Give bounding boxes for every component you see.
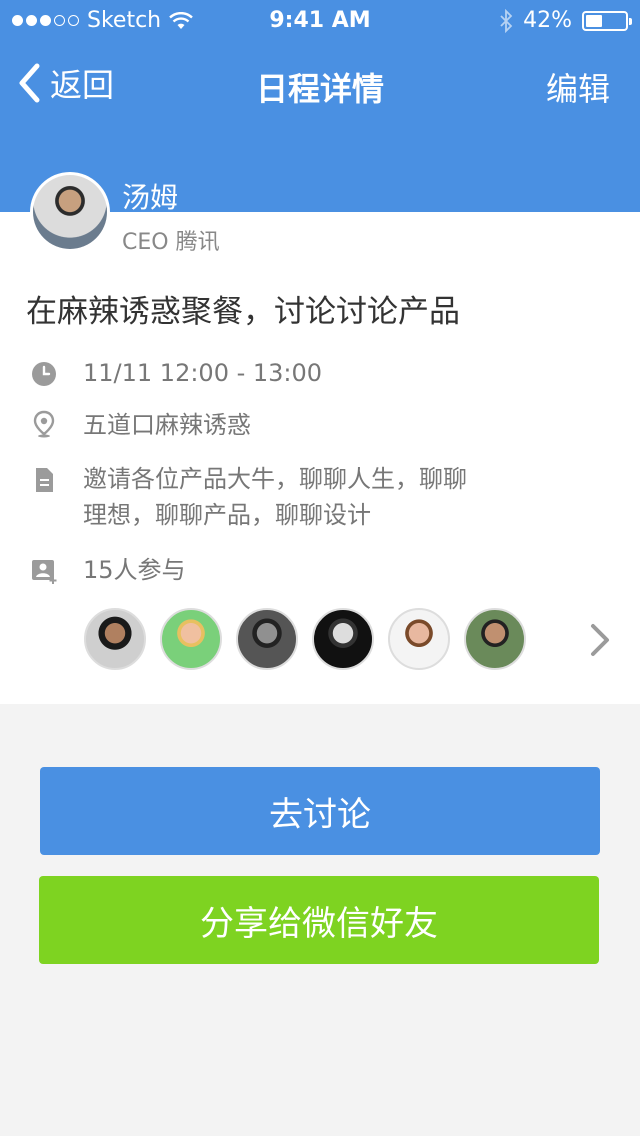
- status-bar: Sketch 9:41 AM 42%: [0, 0, 640, 40]
- event-location: 五道口麻辣诱惑: [83, 411, 251, 439]
- event-description-line1: 邀请各位产品大牛，聊聊人生，聊聊: [83, 465, 467, 493]
- navigation-bar: 返回 日程详情 编辑: [0, 40, 640, 128]
- event-title: 在麻辣诱惑聚餐，讨论讨论产品: [26, 294, 460, 330]
- battery-percent: 42%: [523, 8, 572, 33]
- chevron-right-icon[interactable]: [588, 622, 612, 658]
- organizer-avatar[interactable]: [30, 172, 110, 252]
- participant-avatar[interactable]: [236, 608, 298, 670]
- discuss-button[interactable]: 去讨论: [40, 767, 600, 855]
- participant-avatar[interactable]: [160, 608, 222, 670]
- battery-icon: [582, 10, 632, 31]
- participants-list: [84, 608, 526, 670]
- location-pin-icon: [33, 410, 55, 438]
- organizer-title: CEO 腾讯: [122, 230, 220, 255]
- edit-button[interactable]: 编辑: [546, 64, 610, 110]
- organizer-name: 汤姆: [122, 181, 179, 214]
- participants-count: 15人参与: [83, 556, 186, 584]
- event-datetime: 11/11 12:00 - 13:00: [83, 359, 323, 387]
- bluetooth-icon: [500, 8, 513, 33]
- page-title: 日程详情: [255, 70, 384, 108]
- participant-avatar[interactable]: [312, 608, 374, 670]
- add-person-icon: [32, 560, 57, 584]
- share-wechat-button[interactable]: 分享给微信好友: [39, 876, 599, 964]
- header: Sketch 9:41 AM 42% 返回 日程详情 编辑: [0, 0, 640, 212]
- status-right: 42%: [499, 8, 632, 33]
- clock-icon: [32, 362, 56, 386]
- participant-avatar[interactable]: [464, 608, 526, 670]
- document-icon: [36, 468, 53, 492]
- participant-avatar[interactable]: [84, 608, 146, 670]
- participant-avatar[interactable]: [388, 608, 450, 670]
- event-description-line2: 理想，聊聊产品，聊聊设计: [83, 501, 371, 529]
